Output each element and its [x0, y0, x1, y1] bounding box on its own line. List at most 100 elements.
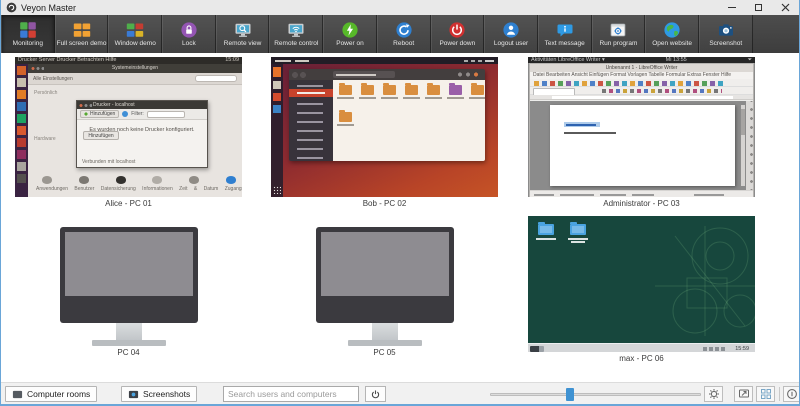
- thumbnail-size-slider[interactable]: [490, 393, 701, 396]
- alice-dialog-add-button: Hinzufügen: [83, 131, 119, 140]
- toolbar-button-reboot[interactable]: Reboot: [377, 15, 431, 53]
- document-page: [550, 105, 735, 186]
- close-button[interactable]: [772, 0, 799, 15]
- folder-icon: [570, 224, 586, 235]
- toolbar-button-screenshot[interactable]: Screenshot: [699, 15, 753, 53]
- libreoffice-menubar: Datei Bearbeiten Ansicht Einfügen Format…: [530, 72, 753, 79]
- toolbar-button-logout-user[interactable]: Logout user: [484, 15, 538, 53]
- screenshots-button[interactable]: Screenshots: [121, 386, 197, 402]
- power-on-icon: [341, 21, 359, 39]
- app-logo-icon: [6, 2, 17, 13]
- window-buttons-icon: [457, 72, 481, 77]
- toolbar-button-monitoring[interactable]: Monitoring: [1, 15, 55, 53]
- alice-settings-window: Systemeinstellungen Alle Einstellungen P…: [28, 64, 242, 197]
- computer-thumbnail-pc05[interactable]: PC 05: [271, 212, 498, 357]
- toolbar-button-label: Logout user: [494, 40, 528, 47]
- auto-fit-icon: [738, 388, 750, 400]
- toolbar-button-label: Reboot: [393, 40, 414, 47]
- computer-thumbnail-alice[interactable]: Drucker Server Drucker Betrachten Hilfe …: [15, 57, 242, 208]
- toolbar-button-run-program[interactable]: Run program: [592, 15, 646, 53]
- computer-label: max - PC 06: [528, 354, 755, 363]
- folder-label-bar: [536, 238, 556, 240]
- toolbar-button-window-demo[interactable]: Window demo: [108, 15, 162, 53]
- system-tray-icons: [703, 347, 725, 351]
- folder-icon: [427, 85, 440, 95]
- libreoffice-toolbar-2: [530, 87, 753, 95]
- adjust-size-button[interactable]: [704, 386, 723, 402]
- toolbar-button-remote-control[interactable]: Remote control: [269, 15, 323, 53]
- alice-dialog-titlebar: Drucker - localhost: [77, 101, 207, 109]
- veyon-master-window: Veyon Master Monitoring Full screen demo: [0, 0, 800, 406]
- max-screen-preview: 15:59: [528, 216, 755, 352]
- folder-icon: [339, 112, 352, 122]
- toolbar-button-fullscreen-demo[interactable]: Full screen demo: [55, 15, 109, 53]
- bob-files-sidebar: [289, 80, 333, 161]
- screenshot-icon: [717, 21, 735, 39]
- computer-rooms-icon: [12, 389, 23, 400]
- alice-dialog-search: [147, 111, 185, 118]
- statusbar-separator: [779, 387, 780, 401]
- alice-section-hardware: Hardware: [34, 136, 56, 142]
- computer-monitoring-grid: Drucker Server Drucker Betrachten Hilfe …: [1, 53, 799, 382]
- computer-thumbnail-administrator[interactable]: Aktivitäten LibreOffice Writer ▾ Mi 13:5…: [528, 57, 755, 208]
- search-input[interactable]: [223, 386, 359, 402]
- computer-thumbnail-bob[interactable]: Bob - PC 02: [271, 57, 498, 208]
- folder-icon: [383, 85, 396, 95]
- computer-label: Alice - PC 01: [15, 199, 242, 208]
- max-taskbar: 15:59: [528, 343, 755, 352]
- power-filter-icon: [370, 389, 381, 400]
- toolbar-spacer: [753, 15, 799, 53]
- powered-on-filter-button[interactable]: [365, 386, 386, 402]
- libreoffice-toolbar-1: [530, 79, 753, 87]
- folder-icon: [361, 85, 374, 95]
- plus-icon: [84, 112, 88, 116]
- bob-screen-preview: [271, 57, 498, 197]
- toolbar-button-power-on[interactable]: Power on: [323, 15, 377, 53]
- about-icon: [786, 388, 798, 400]
- titlebar: Veyon Master: [1, 0, 799, 15]
- adjust-icon: [708, 388, 720, 400]
- grid-align-button[interactable]: [756, 386, 775, 402]
- offline-monitor-icon: [315, 227, 455, 346]
- document-text-line: [564, 132, 616, 134]
- blueprint-wallpaper-pattern: [635, 216, 755, 344]
- computer-thumbnail-pc04[interactable]: PC 04: [15, 212, 242, 357]
- toolbar-button-power-down[interactable]: Power down: [431, 15, 485, 53]
- maximize-button[interactable]: [745, 0, 772, 15]
- logout-user-icon: [502, 21, 520, 39]
- window-demo-icon: [126, 21, 144, 39]
- computer-label: Bob - PC 02: [271, 199, 498, 208]
- alice-dialog-toolbar: Hinzufügen Filter:: [77, 109, 207, 120]
- minimize-button[interactable]: [718, 0, 745, 15]
- slider-handle[interactable]: [566, 388, 574, 401]
- toolbar-button-open-website[interactable]: Open website: [645, 15, 699, 53]
- about-button[interactable]: [783, 386, 800, 402]
- computer-rooms-button[interactable]: Computer rooms: [5, 386, 97, 402]
- refresh-icon[interactable]: [122, 111, 128, 117]
- bob-files-headerbar: [289, 69, 485, 80]
- libreoffice-ruler: [530, 95, 753, 100]
- open-website-icon: [663, 21, 681, 39]
- alice-settings-titlebar: Systemeinstellungen: [28, 64, 242, 73]
- libreoffice-document-area: [530, 101, 753, 190]
- bob-files-content: [333, 80, 485, 161]
- toolbar-button-label: Run program: [599, 40, 637, 47]
- start-menu-icon: [530, 346, 544, 352]
- alice-system-labels: Anwendungen Benutzer Datensicherung Info…: [36, 186, 240, 192]
- toolbar-button-label: Power down: [439, 40, 475, 47]
- bob-files-window: [289, 69, 485, 161]
- alice-settings-toolbar: Alle Einstellungen: [28, 73, 242, 85]
- folder-icon: [405, 85, 418, 95]
- computer-thumbnail-max[interactable]: 15:59 max - PC 06: [528, 216, 755, 363]
- toolbar-button-label: Open website: [652, 40, 692, 47]
- alice-screen-preview: Drucker Server Drucker Betrachten Hilfe …: [15, 57, 242, 197]
- add-printer-button[interactable]: Hinzufügen: [80, 110, 119, 118]
- toolbar-button-text-message[interactable]: Text message: [538, 15, 592, 53]
- toolbar-button-remote-view[interactable]: Remote view: [216, 15, 270, 53]
- text-message-icon: [556, 21, 574, 39]
- document-scrollbar: [741, 105, 745, 186]
- computer-label: Administrator - PC 03: [528, 199, 755, 208]
- power-down-icon: [448, 21, 466, 39]
- toolbar-button-lock[interactable]: Lock: [162, 15, 216, 53]
- auto-fit-button[interactable]: [734, 386, 753, 402]
